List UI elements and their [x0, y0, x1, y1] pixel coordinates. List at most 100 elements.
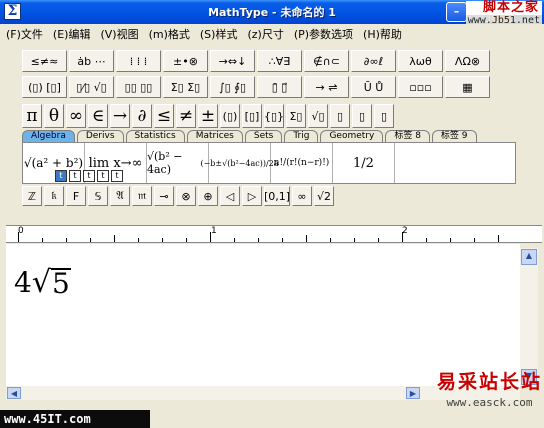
theta-symbol[interactable]: θ [44, 104, 64, 128]
ruler-tick [234, 238, 235, 242]
square-root-template[interactable]: √▯ [308, 104, 328, 128]
braces-template[interactable]: {▯} [264, 104, 284, 128]
superscript-template[interactable]: ▯ [374, 104, 394, 128]
scroll-left-button[interactable]: ◀ [7, 387, 21, 399]
summation-templates[interactable]: Σ▯ Σ▯ [163, 76, 208, 98]
fraction-template[interactable]: ▯ [330, 104, 350, 128]
arrows-palette[interactable]: →⇔↓ [210, 50, 255, 72]
menu-size[interactable]: (z)尺寸 [247, 26, 283, 42]
pi-symbol[interactable]: π [22, 104, 42, 128]
equation-toolbar: ≤≠≈ ȧb ⋯ ⁞ ⁞ ⁞ ±•⊗ →⇔↓ ∴∀∃ ∉∩⊂ ∂∞ℓ λωθ Λ… [6, 46, 540, 206]
matrix-grid-templates[interactable]: ▦ [445, 76, 490, 98]
menu-format[interactable]: (m)格式 [149, 26, 190, 42]
ruler-tick [162, 238, 163, 242]
watermark-bottom-right: 易采站长站 www.easck.com [437, 372, 542, 409]
tab-matrices[interactable]: Matrices [186, 130, 243, 142]
tab-statistics[interactable]: Statistics [125, 130, 185, 142]
template-quadratic-formula[interactable]: (−b±√(b²−4ac))/2a [200, 143, 279, 183]
mode-button-4[interactable]: t [97, 170, 109, 182]
watermark-br-url: www.easck.com [446, 395, 533, 409]
small-template-3[interactable]: F [66, 186, 86, 206]
ruler[interactable]: 0 1 2 [6, 225, 542, 243]
tab-label-9[interactable]: 标签 9 [431, 130, 477, 142]
ruler-tick [258, 238, 259, 242]
radical-sign: √ [31, 264, 51, 300]
minimize-button[interactable]: – [446, 2, 467, 22]
plus-minus-symbol[interactable]: ± [198, 104, 218, 128]
menu-bar: (F)文件 (E)编辑 (V)视图 (m)格式 (S)样式 (z)尺寸 (P)参… [0, 24, 544, 44]
ruler-tick [450, 238, 451, 242]
equation-display[interactable]: 4 √ 5 [14, 266, 71, 299]
not-equal-symbol[interactable]: ≠ [176, 104, 196, 128]
mode-button-3[interactable]: t [83, 170, 95, 182]
scroll-up-button[interactable]: ▲ [521, 249, 537, 265]
parentheses-template[interactable]: (▯) [220, 104, 240, 128]
subscript-template[interactable]: ▯ [352, 104, 372, 128]
small-template-14[interactable]: √2 [314, 186, 334, 206]
template-combination[interactable]: n!/(r!(n−r)!) [271, 143, 333, 183]
ruler-tick [210, 232, 211, 242]
right-arrow-symbol[interactable]: → [110, 104, 130, 128]
fraction-radical-templates[interactable]: ▯⁄▯ √▯ [69, 76, 114, 98]
tab-sets[interactable]: Sets [244, 130, 283, 142]
set-theory-palette[interactable]: ∉∩⊂ [304, 50, 349, 72]
equation-editor-area[interactable]: 4 √ 5 [6, 244, 520, 386]
ruler-tick [402, 232, 403, 242]
ruler-tick [306, 235, 307, 242]
menu-preferences[interactable]: (P)参数选项 [294, 26, 353, 42]
scroll-right-button[interactable]: ▶ [406, 387, 420, 399]
small-template-4[interactable]: 𝕊 [88, 186, 108, 206]
small-template-2[interactable]: 𝔨 [44, 186, 64, 206]
small-template-5[interactable]: 𝔄 [110, 186, 130, 206]
vertical-scrollbar[interactable]: ▲ ▼ [520, 248, 538, 386]
brackets-template[interactable]: [▯] [242, 104, 262, 128]
greek-uppercase-palette[interactable]: ΛΩ⊗ [445, 50, 490, 72]
spaces-ellipses-palette[interactable]: ȧb ⋯ [69, 50, 114, 72]
menu-help[interactable]: (H)帮助 [363, 26, 402, 42]
small-template-10[interactable]: ◁ [220, 186, 240, 206]
element-of-symbol[interactable]: ∈ [88, 104, 108, 128]
underbar-overbar-templates[interactable]: ▯̄ ▯⃗ [257, 76, 302, 98]
logic-palette[interactable]: ∴∀∃ [257, 50, 302, 72]
operators-palette[interactable]: ±•⊗ [163, 50, 208, 72]
small-symbol-bar: π θ ∞ ∈ → ∂ ≤ ≠ ± (▯) [▯] {▯} Σ▯ √▯ ▯ ▯ … [22, 104, 396, 128]
mode-button-2[interactable]: t [69, 170, 81, 182]
partial-symbol[interactable]: ∂ [132, 104, 152, 128]
tab-geometry[interactable]: Geometry [320, 130, 384, 142]
menu-view[interactable]: (V)视图 [100, 26, 138, 42]
small-template-6[interactable]: 𝔪 [132, 186, 152, 206]
greek-lowercase-palette[interactable]: λωθ [398, 50, 443, 72]
tab-trig[interactable]: Trig [284, 130, 319, 142]
tab-algebra[interactable]: Algebra [22, 130, 75, 142]
subscript-superscript-templates[interactable]: ▯▯ ▯▯ [116, 76, 161, 98]
summation-template[interactable]: Σ▯ [286, 104, 306, 128]
ruler-tick [498, 235, 499, 242]
menu-edit[interactable]: (E)编辑 [53, 26, 91, 42]
small-template-1[interactable]: ℤ [22, 186, 42, 206]
less-equal-symbol[interactable]: ≤ [154, 104, 174, 128]
small-template-9[interactable]: ⊕ [198, 186, 218, 206]
embellishments-palette[interactable]: ⁞ ⁞ ⁞ [116, 50, 161, 72]
mode-button-5[interactable]: t [111, 170, 123, 182]
small-template-12[interactable]: [0,1] [264, 186, 290, 206]
labeled-arrow-templates[interactable]: → ⇌ [304, 76, 349, 98]
infinity-symbol[interactable]: ∞ [66, 104, 86, 128]
integral-templates[interactable]: ∫▯ ∮▯ [210, 76, 255, 98]
title-bar: Σ MathType - 未命名的 1 – □ ✕ 脚本之家 www.Jb51.… [0, 0, 544, 27]
small-template-8[interactable]: ⊗ [176, 186, 196, 206]
mode-button-1[interactable]: t [55, 170, 67, 182]
ruler-tick [114, 235, 115, 242]
fence-templates[interactable]: (▯) [▯] [22, 76, 67, 98]
misc-symbols-palette[interactable]: ∂∞ℓ [351, 50, 396, 72]
small-template-7[interactable]: ⊸ [154, 186, 174, 206]
tab-derivs[interactable]: Derivs [76, 130, 124, 142]
menu-file[interactable]: (F)文件 [6, 26, 43, 42]
menu-style[interactable]: (S)样式 [200, 26, 238, 42]
template-one-half[interactable]: 1/2 [333, 143, 395, 183]
tab-label-8[interactable]: 标签 8 [385, 130, 430, 142]
relations-palette[interactable]: ≤≠≈ [22, 50, 67, 72]
small-template-13[interactable]: ∞ [292, 186, 312, 206]
matrix-templates[interactable]: ▫▫▫ [398, 76, 443, 98]
products-set-templates[interactable]: Ū Ů [351, 76, 396, 98]
small-template-11[interactable]: ▷ [242, 186, 262, 206]
